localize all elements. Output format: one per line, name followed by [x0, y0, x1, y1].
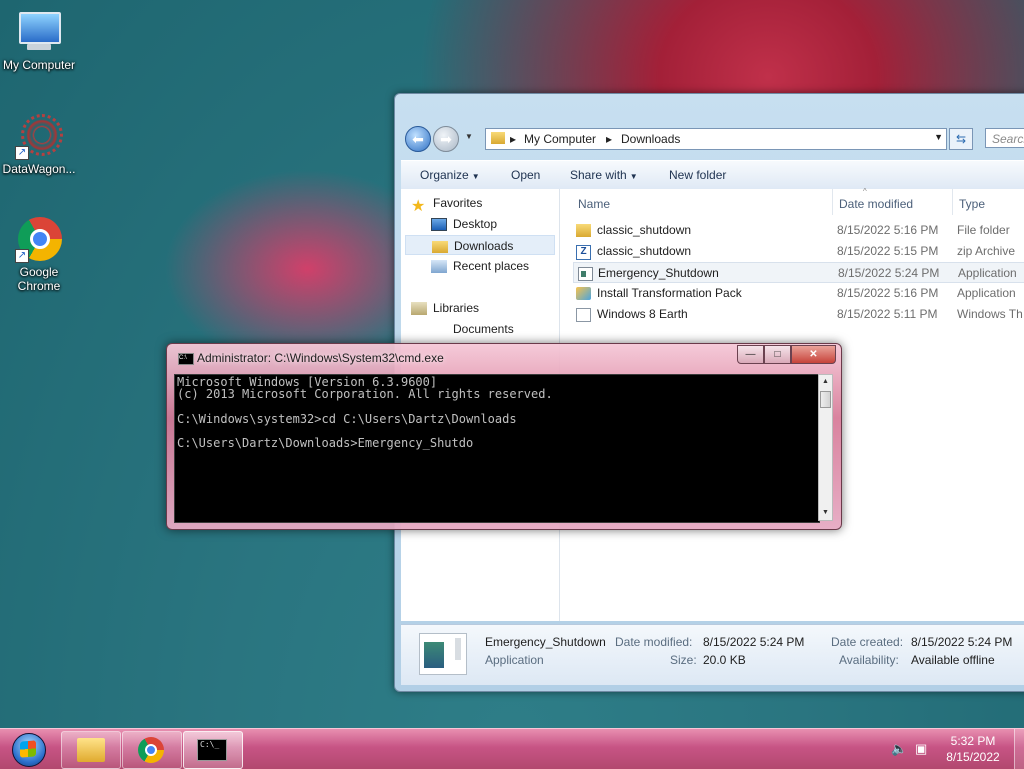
- desktop-icon-label: Google Chrome: [17, 265, 61, 293]
- details-date-created-label: Date created:: [831, 635, 904, 649]
- console-text: Microsoft Windows [Version 6.3.9600] (c)…: [177, 375, 553, 451]
- sort-arrow-icon: ^: [863, 187, 867, 196]
- file-thumbnail: [419, 633, 467, 675]
- column-header-date-modified[interactable]: Date modified: [839, 197, 913, 211]
- folder-icon: [576, 224, 591, 237]
- desktop-icon-my-computer[interactable]: My Computer: [1, 8, 77, 72]
- window-title: Administrator: C:\Windows\System32\cmd.e…: [197, 351, 444, 365]
- chrome-icon: ↗: [15, 215, 63, 263]
- organize-button[interactable]: Organize ▼: [420, 168, 480, 182]
- close-button[interactable]: ✕: [791, 345, 836, 364]
- refresh-icon[interactable]: ⇆: [949, 128, 973, 150]
- column-header-type[interactable]: Type: [959, 197, 985, 211]
- folder-icon: [77, 738, 105, 762]
- address-bar[interactable]: ▸ My Computer ▸ Downloads ▼: [485, 128, 947, 150]
- theme-icon: [576, 308, 591, 322]
- nav-downloads[interactable]: Downloads: [405, 235, 555, 255]
- back-button[interactable]: ⬅: [405, 126, 431, 152]
- console-output[interactable]: Microsoft Windows [Version 6.3.9600] (c)…: [174, 374, 820, 523]
- nav-recent-places[interactable]: Recent places: [431, 256, 576, 276]
- nav-desktop[interactable]: Desktop: [431, 214, 576, 234]
- details-availability: Available offline: [911, 653, 995, 667]
- cmd-icon: C:\: [178, 353, 194, 365]
- volume-muted-icon[interactable]: 🔈: [891, 741, 907, 757]
- breadcrumb-downloads[interactable]: Downloads: [621, 132, 680, 146]
- navigation-bar: ⬅ ➡ ▼ ▸ My Computer ▸ Downloads ▼ ⇆ Sear…: [403, 126, 1024, 152]
- desktop-icon-datawagon[interactable]: ↗ DataWagon...: [1, 112, 77, 176]
- desktop-icon: [431, 218, 447, 232]
- file-row[interactable]: Z classic_shutdown 8/15/2022 5:15 PM zip…: [572, 241, 1024, 262]
- documents-icon: [431, 323, 447, 337]
- address-dropdown-icon[interactable]: ▼: [934, 132, 943, 142]
- windows-logo-icon: [20, 740, 36, 758]
- open-button[interactable]: Open: [511, 168, 540, 182]
- details-size-label: Size:: [670, 653, 697, 667]
- minimize-button[interactable]: —: [737, 345, 764, 364]
- file-row[interactable]: classic_shutdown 8/15/2022 5:16 PM File …: [572, 220, 1024, 241]
- breadcrumb-separator: ▸: [510, 132, 517, 146]
- nav-libraries[interactable]: Libraries: [411, 298, 556, 318]
- details-size: 20.0 KB: [703, 653, 746, 667]
- installer-icon: [576, 287, 591, 300]
- new-folder-button[interactable]: New folder: [669, 168, 726, 182]
- vertical-scrollbar[interactable]: ▲ ▼: [818, 374, 833, 521]
- clock-time: 5:32 PM: [950, 734, 996, 748]
- recent-places-icon: [431, 260, 447, 274]
- datawagon-icon: ↗: [15, 112, 63, 160]
- zip-icon: Z: [576, 245, 591, 260]
- downloads-folder-icon: [432, 240, 448, 253]
- details-availability-label: Availability:: [839, 653, 899, 667]
- breadcrumb-my-computer[interactable]: My Computer: [524, 132, 596, 146]
- taskbar-cmd-button[interactable]: C:\_: [183, 731, 243, 769]
- details-date-modified-label: Date modified:: [615, 635, 693, 649]
- chevron-down-icon: ▼: [629, 172, 638, 181]
- details-file-name: Emergency_Shutdown: [485, 635, 606, 649]
- desktop-icon-label: DataWagon...: [2, 162, 76, 176]
- clock[interactable]: 5:32 PM 8/15/2022: [940, 733, 1006, 765]
- star-icon: ★: [411, 197, 426, 215]
- folder-icon: [491, 132, 505, 144]
- scroll-thumb[interactable]: [820, 391, 831, 408]
- taskbar: C:\_ 🔈 ▣ 5:32 PM 8/15/2022: [0, 728, 1024, 769]
- details-pane: Emergency_Shutdown Application Date modi…: [401, 624, 1024, 685]
- clock-date: 8/15/2022: [946, 750, 1000, 764]
- column-header-name[interactable]: Name: [578, 197, 610, 211]
- cmd-window: C:\ Administrator: C:\Windows\System32\c…: [166, 343, 842, 530]
- share-with-button[interactable]: Share with ▼: [570, 168, 638, 182]
- cmd-icon: C:\_: [197, 739, 227, 761]
- desktop-icon-label: My Computer: [2, 58, 76, 72]
- show-desktop-button[interactable]: [1014, 729, 1024, 769]
- forward-button[interactable]: ➡: [433, 126, 459, 152]
- chrome-icon: [138, 737, 164, 763]
- libraries-icon: [411, 302, 427, 316]
- file-row[interactable]: Install Transformation Pack 8/15/2022 5:…: [572, 283, 1024, 304]
- window-controls: — □ ✕: [737, 345, 836, 364]
- network-icon[interactable]: ▣: [915, 741, 927, 757]
- scroll-up-icon[interactable]: ▲: [819, 375, 832, 389]
- start-button[interactable]: [4, 729, 52, 769]
- nav-favorites[interactable]: ★ Favorites: [411, 193, 556, 215]
- computer-icon: [15, 8, 63, 56]
- details-date-modified: 8/15/2022 5:24 PM: [703, 635, 805, 649]
- chevron-down-icon: ▼: [471, 172, 480, 181]
- taskbar-explorer-button[interactable]: [61, 731, 121, 769]
- maximize-button[interactable]: □: [764, 345, 791, 364]
- file-row-selected[interactable]: Emergency_Shutdown 8/15/2022 5:24 PM App…: [573, 262, 1024, 283]
- file-row[interactable]: Windows 8 Earth 8/15/2022 5:11 PM Window…: [572, 304, 1024, 325]
- details-file-type: Application: [485, 653, 544, 667]
- search-input[interactable]: Search: [985, 128, 1024, 148]
- nav-documents[interactable]: Documents: [431, 319, 576, 339]
- taskbar-chrome-button[interactable]: [122, 731, 182, 769]
- scroll-down-icon[interactable]: ▼: [819, 506, 832, 520]
- details-date-created: 8/15/2022 5:24 PM: [911, 635, 1013, 649]
- app-icon: [578, 267, 593, 281]
- breadcrumb-separator: ▸: [606, 132, 613, 146]
- desktop-icon-google-chrome[interactable]: ↗ Google Chrome: [1, 215, 77, 293]
- history-dropdown-icon[interactable]: ▼: [465, 132, 473, 141]
- command-bar: Organize ▼ Open Share with ▼ New folder: [401, 160, 1024, 190]
